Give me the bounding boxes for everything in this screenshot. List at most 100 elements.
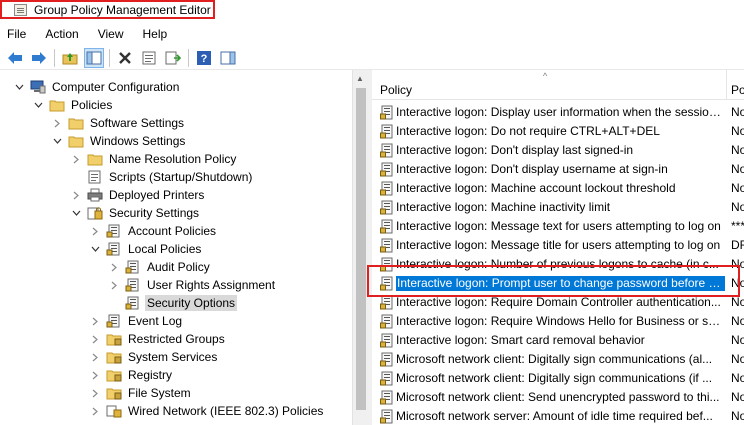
menu-action[interactable]: Action	[45, 27, 78, 41]
policy-name[interactable]: Interactive logon: Require Domain Contro…	[396, 295, 725, 310]
chevron-right-icon[interactable]	[71, 190, 81, 200]
column-header-policy[interactable]: Policy	[380, 83, 412, 97]
policy-row[interactable]: Interactive logon: Don't display usernam…	[372, 160, 744, 179]
tree-item-label[interactable]: Account Policies	[126, 223, 218, 239]
tree-scrollbar[interactable]: ▲	[352, 70, 368, 425]
policy-name[interactable]: Interactive logon: Machine account locko…	[396, 181, 725, 196]
policy-row[interactable]: Microsoft network client: Digitally sign…	[372, 369, 744, 388]
tree-item-label[interactable]: Name Resolution Policy	[107, 151, 238, 167]
up-folder-icon[interactable]	[60, 48, 80, 68]
tree-item[interactable]: Security Options	[109, 294, 238, 312]
tree-item[interactable]: Policies	[33, 96, 114, 114]
tree-item-label[interactable]: Deployed Printers	[107, 187, 206, 203]
tree-item-label[interactable]: Local Policies	[126, 241, 203, 257]
policy-row[interactable]: Microsoft network client: Send unencrypt…	[372, 388, 744, 407]
chevron-right-icon[interactable]	[109, 280, 119, 290]
policy-row[interactable]: Microsoft network client: Digitally sign…	[372, 350, 744, 369]
tree-item-label[interactable]: File System	[126, 385, 193, 401]
policy-row[interactable]: Interactive logon: Message title for use…	[372, 236, 744, 255]
chevron-down-icon[interactable]	[33, 100, 43, 110]
delete-icon[interactable]	[115, 48, 135, 68]
policy-name[interactable]: Interactive logon: Don't display usernam…	[396, 162, 725, 177]
forward-icon[interactable]	[29, 48, 49, 68]
policy-name[interactable]: Microsoft network client: Digitally sign…	[396, 371, 725, 386]
tree-item[interactable]: Scripts (Startup/Shutdown)	[71, 168, 254, 186]
tree-item-label[interactable]: Scripts (Startup/Shutdown)	[107, 169, 254, 185]
policy-name[interactable]: Interactive logon: Message text for user…	[396, 219, 725, 234]
chevron-down-icon[interactable]	[52, 136, 62, 146]
tree-item[interactable]: Audit Policy	[109, 258, 212, 276]
scrollbar-thumb[interactable]	[356, 88, 366, 410]
tree-item[interactable]: Registry	[90, 366, 174, 384]
tree-item[interactable]: Local Policies	[90, 240, 203, 258]
policy-name[interactable]: Interactive logon: Display user informat…	[396, 105, 725, 120]
tree-item[interactable]: Software Settings	[52, 114, 186, 132]
tree-item-label[interactable]: Software Settings	[88, 115, 186, 131]
policy-row[interactable]: Interactive logon: Message text for user…	[372, 217, 744, 236]
tree-item-label[interactable]: Registry	[126, 367, 174, 383]
policy-row[interactable]: Interactive logon: Require Windows Hello…	[372, 312, 744, 331]
menu-file[interactable]: File	[7, 27, 26, 41]
chevron-right-icon[interactable]	[90, 370, 100, 380]
tree-item[interactable]: System Services	[90, 348, 219, 366]
column-divider[interactable]	[726, 70, 727, 100]
show-hide-tree-icon[interactable]	[84, 47, 104, 68]
chevron-right-icon[interactable]	[90, 316, 100, 326]
policy-row[interactable]: Interactive logon: Smart card removal be…	[372, 331, 744, 350]
policy-name[interactable]: Interactive logon: Don't display last si…	[396, 143, 725, 158]
policy-name[interactable]: Microsoft network client: Digitally sign…	[396, 352, 725, 367]
column-header-policy-setting[interactable]: Po	[731, 83, 744, 97]
chevron-right-icon[interactable]	[90, 406, 100, 416]
chevron-down-icon[interactable]	[71, 208, 81, 218]
tree-item-label[interactable]: Restricted Groups	[126, 331, 227, 347]
policy-name[interactable]: Interactive logon: Require Windows Hello…	[396, 314, 725, 329]
scroll-up-arrow-icon[interactable]: ▲	[356, 74, 364, 83]
chevron-down-icon[interactable]	[14, 82, 24, 92]
tree-item-label[interactable]: System Services	[126, 349, 219, 365]
help-icon[interactable]: ?	[194, 48, 214, 68]
tree-item[interactable]: File System	[90, 384, 193, 402]
chevron-right-icon[interactable]	[71, 154, 81, 164]
menu-help[interactable]: Help	[143, 27, 168, 41]
policy-row[interactable]: Interactive logon: Do not require CTRL+A…	[372, 122, 744, 141]
tree-item-label[interactable]: Windows Settings	[88, 133, 187, 149]
policy-name[interactable]: Microsoft network server: Amount of idle…	[396, 409, 725, 424]
back-icon[interactable]	[5, 48, 25, 68]
policy-row[interactable]: Interactive logon: Don't display last si…	[372, 141, 744, 160]
properties-icon[interactable]	[139, 48, 159, 68]
tree-item[interactable]: Event Log	[90, 312, 184, 330]
tree-item-label[interactable]: Event Log	[126, 313, 184, 329]
policy-row[interactable]: Interactive logon: Machine account locko…	[372, 179, 744, 198]
tree-item[interactable]: Restricted Groups	[90, 330, 227, 348]
chevron-right-icon[interactable]	[52, 118, 62, 128]
tree-item-label[interactable]: Security Options	[145, 295, 238, 311]
policy-name[interactable]: Interactive logon: Message title for use…	[396, 238, 725, 253]
tree-item-label[interactable]: Security Settings	[107, 205, 201, 221]
tree-item-label[interactable]: Policies	[69, 97, 114, 113]
chevron-right-icon[interactable]	[90, 388, 100, 398]
policy-name[interactable]: Interactive logon: Machine inactivity li…	[396, 200, 725, 215]
menu-view[interactable]: View	[98, 27, 124, 41]
tree-item[interactable]: Windows Settings	[52, 132, 187, 150]
show-action-pane-icon[interactable]	[218, 48, 238, 68]
chevron-right-icon[interactable]	[90, 352, 100, 362]
tree-item-label[interactable]: User Rights Assignment	[145, 277, 277, 293]
tree-item-label[interactable]: Computer Configuration	[50, 79, 181, 95]
chevron-right-icon[interactable]	[90, 226, 100, 236]
chevron-down-icon[interactable]	[90, 244, 100, 254]
tree-item[interactable]: Name Resolution Policy	[71, 150, 238, 168]
tree-item-label[interactable]: Wired Network (IEEE 802.3) Policies	[126, 403, 325, 419]
policy-name[interactable]: Interactive logon: Smart card removal be…	[396, 333, 725, 348]
tree-item[interactable]: Computer Configuration	[14, 78, 181, 96]
tree-item[interactable]: Wired Network (IEEE 802.3) Policies	[90, 402, 325, 420]
tree-item[interactable]: User Rights Assignment	[109, 276, 277, 294]
policy-name[interactable]: Interactive logon: Do not require CTRL+A…	[396, 124, 725, 139]
tree-item[interactable]: Account Policies	[90, 222, 218, 240]
chevron-right-icon[interactable]	[109, 262, 119, 272]
policy-row[interactable]: Interactive logon: Machine inactivity li…	[372, 198, 744, 217]
policy-row[interactable]: Interactive logon: Display user informat…	[372, 103, 744, 122]
tree-item[interactable]: Deployed Printers	[71, 186, 206, 204]
policy-name[interactable]: Microsoft network client: Send unencrypt…	[396, 390, 725, 405]
export-list-icon[interactable]	[163, 48, 183, 68]
chevron-right-icon[interactable]	[90, 334, 100, 344]
